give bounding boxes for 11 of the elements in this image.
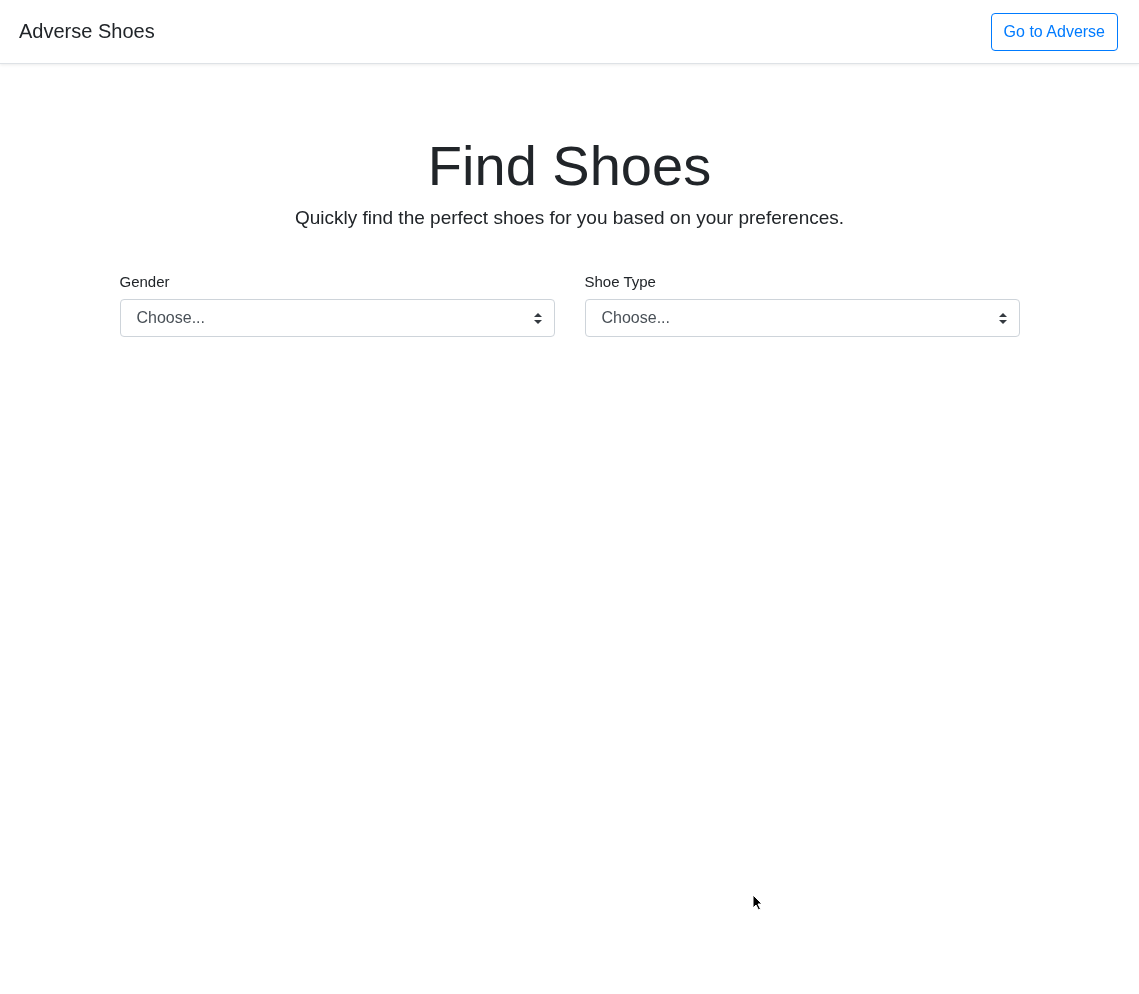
select-field[interactable]: Choose... [584, 299, 1020, 338]
field-label: Shoe Type [584, 273, 657, 291]
up-down-caret-icon [998, 312, 1007, 324]
select-field[interactable]: Choose... [119, 299, 555, 338]
brand-name: Adverse Shoes [19, 20, 155, 43]
up-down-caret-icon [533, 312, 542, 324]
go-to-adverse-button[interactable]: Go to Adverse [990, 12, 1118, 51]
page-title: Find Shoes [427, 133, 712, 199]
page-subtitle: Quickly find the perfect shoes for you based on your preferences. [294, 207, 845, 230]
field-label: Gender [119, 273, 171, 291]
mouse-cursor-icon [752, 894, 763, 911]
